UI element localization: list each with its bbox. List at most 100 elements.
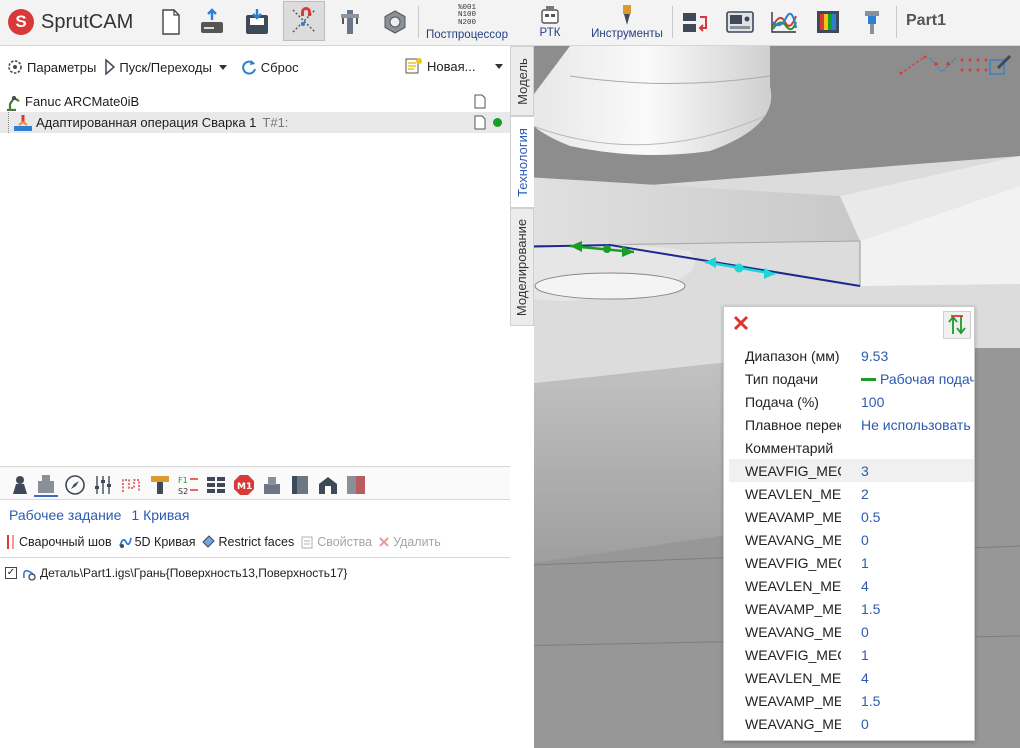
property-row[interactable]: WEAVLEN_MECH4 (729, 574, 974, 597)
property-value[interactable]: 1 (841, 555, 974, 571)
new-file-button[interactable] (156, 3, 186, 41)
tab-modeling[interactable]: Моделирование (510, 208, 534, 326)
chevron-down-icon (218, 65, 227, 70)
job-title: Рабочее задание (9, 507, 122, 523)
property-value[interactable]: 0 (841, 624, 974, 640)
sliders-icon (95, 476, 111, 494)
property-value[interactable]: 0 (841, 532, 974, 548)
delete-button[interactable]: Удалить (378, 534, 441, 550)
tool-holder-icon (865, 11, 879, 34)
transfer-button[interactable] (680, 3, 712, 41)
params-button[interactable]: Параметры (6, 58, 96, 76)
property-row[interactable]: Комментарий (729, 436, 974, 459)
property-row[interactable]: WEAVANG_MECH0 (729, 528, 974, 551)
graph-button[interactable] (768, 3, 800, 41)
property-row[interactable]: Плавное переключениеНе использовать (729, 413, 974, 436)
tab-table[interactable] (204, 473, 228, 497)
property-row[interactable]: WEAVANG_MECH0 (729, 620, 974, 643)
points-view-icon[interactable] (928, 54, 958, 76)
tab-fixture[interactable] (316, 473, 340, 497)
property-value[interactable]: 1.5 (841, 693, 974, 709)
tree-item-robot[interactable]: Fanuc ARCMate0iB (0, 91, 510, 112)
tab-job[interactable] (34, 473, 58, 497)
property-row[interactable]: WEAVLEN_MECH4 (729, 666, 974, 689)
feeds-icon: F1S2 (178, 476, 198, 496)
tab-m1[interactable]: M1 (232, 473, 256, 497)
path-view-icon[interactable] (898, 54, 928, 76)
property-value[interactable]: 0.5 (841, 509, 974, 525)
property-value[interactable]: 1.5 (841, 601, 974, 617)
project-title: Part1 (906, 12, 947, 29)
tab-setup[interactable] (8, 473, 32, 497)
swap-direction-button[interactable] (943, 311, 971, 339)
tab-model[interactable]: Модель (510, 46, 534, 116)
toolbar-separator (672, 6, 673, 38)
color-map-button[interactable] (812, 3, 844, 41)
tab-tool[interactable] (148, 473, 172, 497)
property-row[interactable]: WEAVFIG_MECH3 (729, 459, 974, 482)
property-value[interactable]: 4 (841, 578, 974, 594)
restrict-faces-button[interactable]: Restrict faces (201, 534, 294, 550)
pen-edit-icon[interactable] (988, 54, 1014, 76)
welding-operation-icon (14, 114, 32, 131)
postprocessor-button[interactable]: %001 N100 N200 Постпроцессор (422, 3, 512, 41)
property-value[interactable]: 100 (841, 394, 974, 410)
tab-links[interactable] (119, 473, 143, 497)
property-value[interactable]: Рабочая подача (841, 371, 974, 387)
document-icon[interactable] (474, 94, 486, 109)
save-button[interactable] (241, 3, 273, 41)
tab-feeds[interactable]: F1 S2 (176, 473, 200, 497)
tab-strategy[interactable] (63, 473, 87, 497)
property-value[interactable]: 1 (841, 647, 974, 663)
start-button[interactable]: Пуск/Переходы (104, 58, 231, 76)
properties-button[interactable]: Свойства (300, 534, 372, 550)
property-row[interactable]: Подача (%) 100 (729, 390, 974, 413)
close-icon[interactable] (733, 315, 749, 331)
property-value[interactable]: 2 (841, 486, 974, 502)
property-row[interactable]: WEAVFIG_MECH1 (729, 643, 974, 666)
tool-holder-button[interactable] (858, 3, 886, 41)
job-count: 1 Кривая (131, 507, 190, 523)
machine-button[interactable] (724, 3, 756, 41)
curve-5d-button[interactable]: 5D Кривая (118, 534, 195, 550)
weld-seam-button[interactable]: Сварочный шов (6, 534, 112, 550)
operations-panel: Параметры Пуск/Переходы Сброс Новая... F… (0, 46, 510, 748)
open-file-button[interactable] (196, 3, 228, 41)
tab-technology[interactable]: Технология (510, 116, 534, 208)
tab-cylinder[interactable] (288, 473, 312, 497)
grid-points-icon[interactable] (958, 54, 988, 76)
property-row[interactable]: WEAVLEN_MECH2 (729, 482, 974, 505)
nc-code-icon: %001 N100 N200 (457, 3, 476, 27)
tab-parameters[interactable] (91, 473, 115, 497)
property-row[interactable]: Тип подачи Рабочая подача (729, 367, 974, 390)
tool-number: T#1: (262, 115, 289, 130)
measure-button[interactable] (336, 3, 364, 41)
new-operation-button[interactable]: Новая... (404, 57, 505, 75)
tab-simulation[interactable] (344, 473, 368, 497)
property-value[interactable]: 0 (841, 716, 974, 732)
property-name: WEAVLEN_MECH (745, 577, 841, 594)
property-value[interactable]: 9.53 (841, 348, 974, 364)
tree-item-operation[interactable]: Адаптированная операция Сварка 1 T#1: (0, 112, 510, 133)
tab-stock[interactable] (260, 473, 284, 497)
property-name: WEAVANG_MECH (745, 531, 841, 548)
property-row[interactable]: Диапазон (мм) 9.53 (729, 344, 974, 367)
status-dot-icon (493, 118, 502, 127)
view-mode-button[interactable] (380, 3, 410, 41)
reset-button[interactable]: Сброс (240, 58, 299, 76)
new-file-icon (162, 9, 180, 35)
property-row[interactable]: WEAVFIG_MECH1 (729, 551, 974, 574)
property-value[interactable]: 3 (841, 463, 974, 479)
snap-tool-button[interactable] (283, 1, 325, 41)
geometry-checkbox[interactable]: ✓ (5, 567, 17, 579)
tools-button[interactable]: Инструменты (586, 3, 668, 41)
property-value[interactable]: Не использовать (841, 417, 974, 433)
property-value[interactable]: 4 (841, 670, 974, 686)
rtk-button[interactable]: РТК (530, 3, 570, 41)
property-row[interactable]: WEAVAMP_MECH0.5 (729, 505, 974, 528)
job-geometry-item[interactable]: ✓ Деталь\Part1.igs\Грань{Поверхность13,П… (5, 565, 347, 581)
property-row[interactable]: WEAVAMP_MECH1.5 (729, 689, 974, 712)
document-icon[interactable] (474, 115, 486, 130)
property-row[interactable]: WEAVANG_MECH0 (729, 712, 974, 735)
property-row[interactable]: WEAVAMP_MECH1.5 (729, 597, 974, 620)
